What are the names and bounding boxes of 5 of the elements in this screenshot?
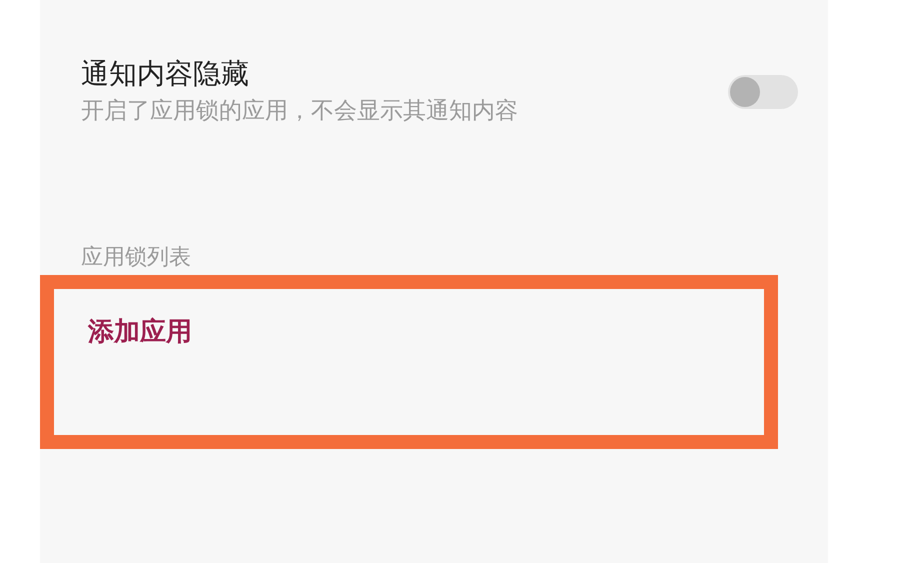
- toggle-switch[interactable]: [728, 75, 798, 109]
- setting-title: 通知内容隐藏: [81, 56, 250, 92]
- setting-description: 开启了应用锁的应用，不会显示其通知内容: [81, 97, 519, 126]
- section-header: 应用锁列表: [80, 244, 192, 272]
- add-app-link[interactable]: 添加应用: [88, 317, 192, 347]
